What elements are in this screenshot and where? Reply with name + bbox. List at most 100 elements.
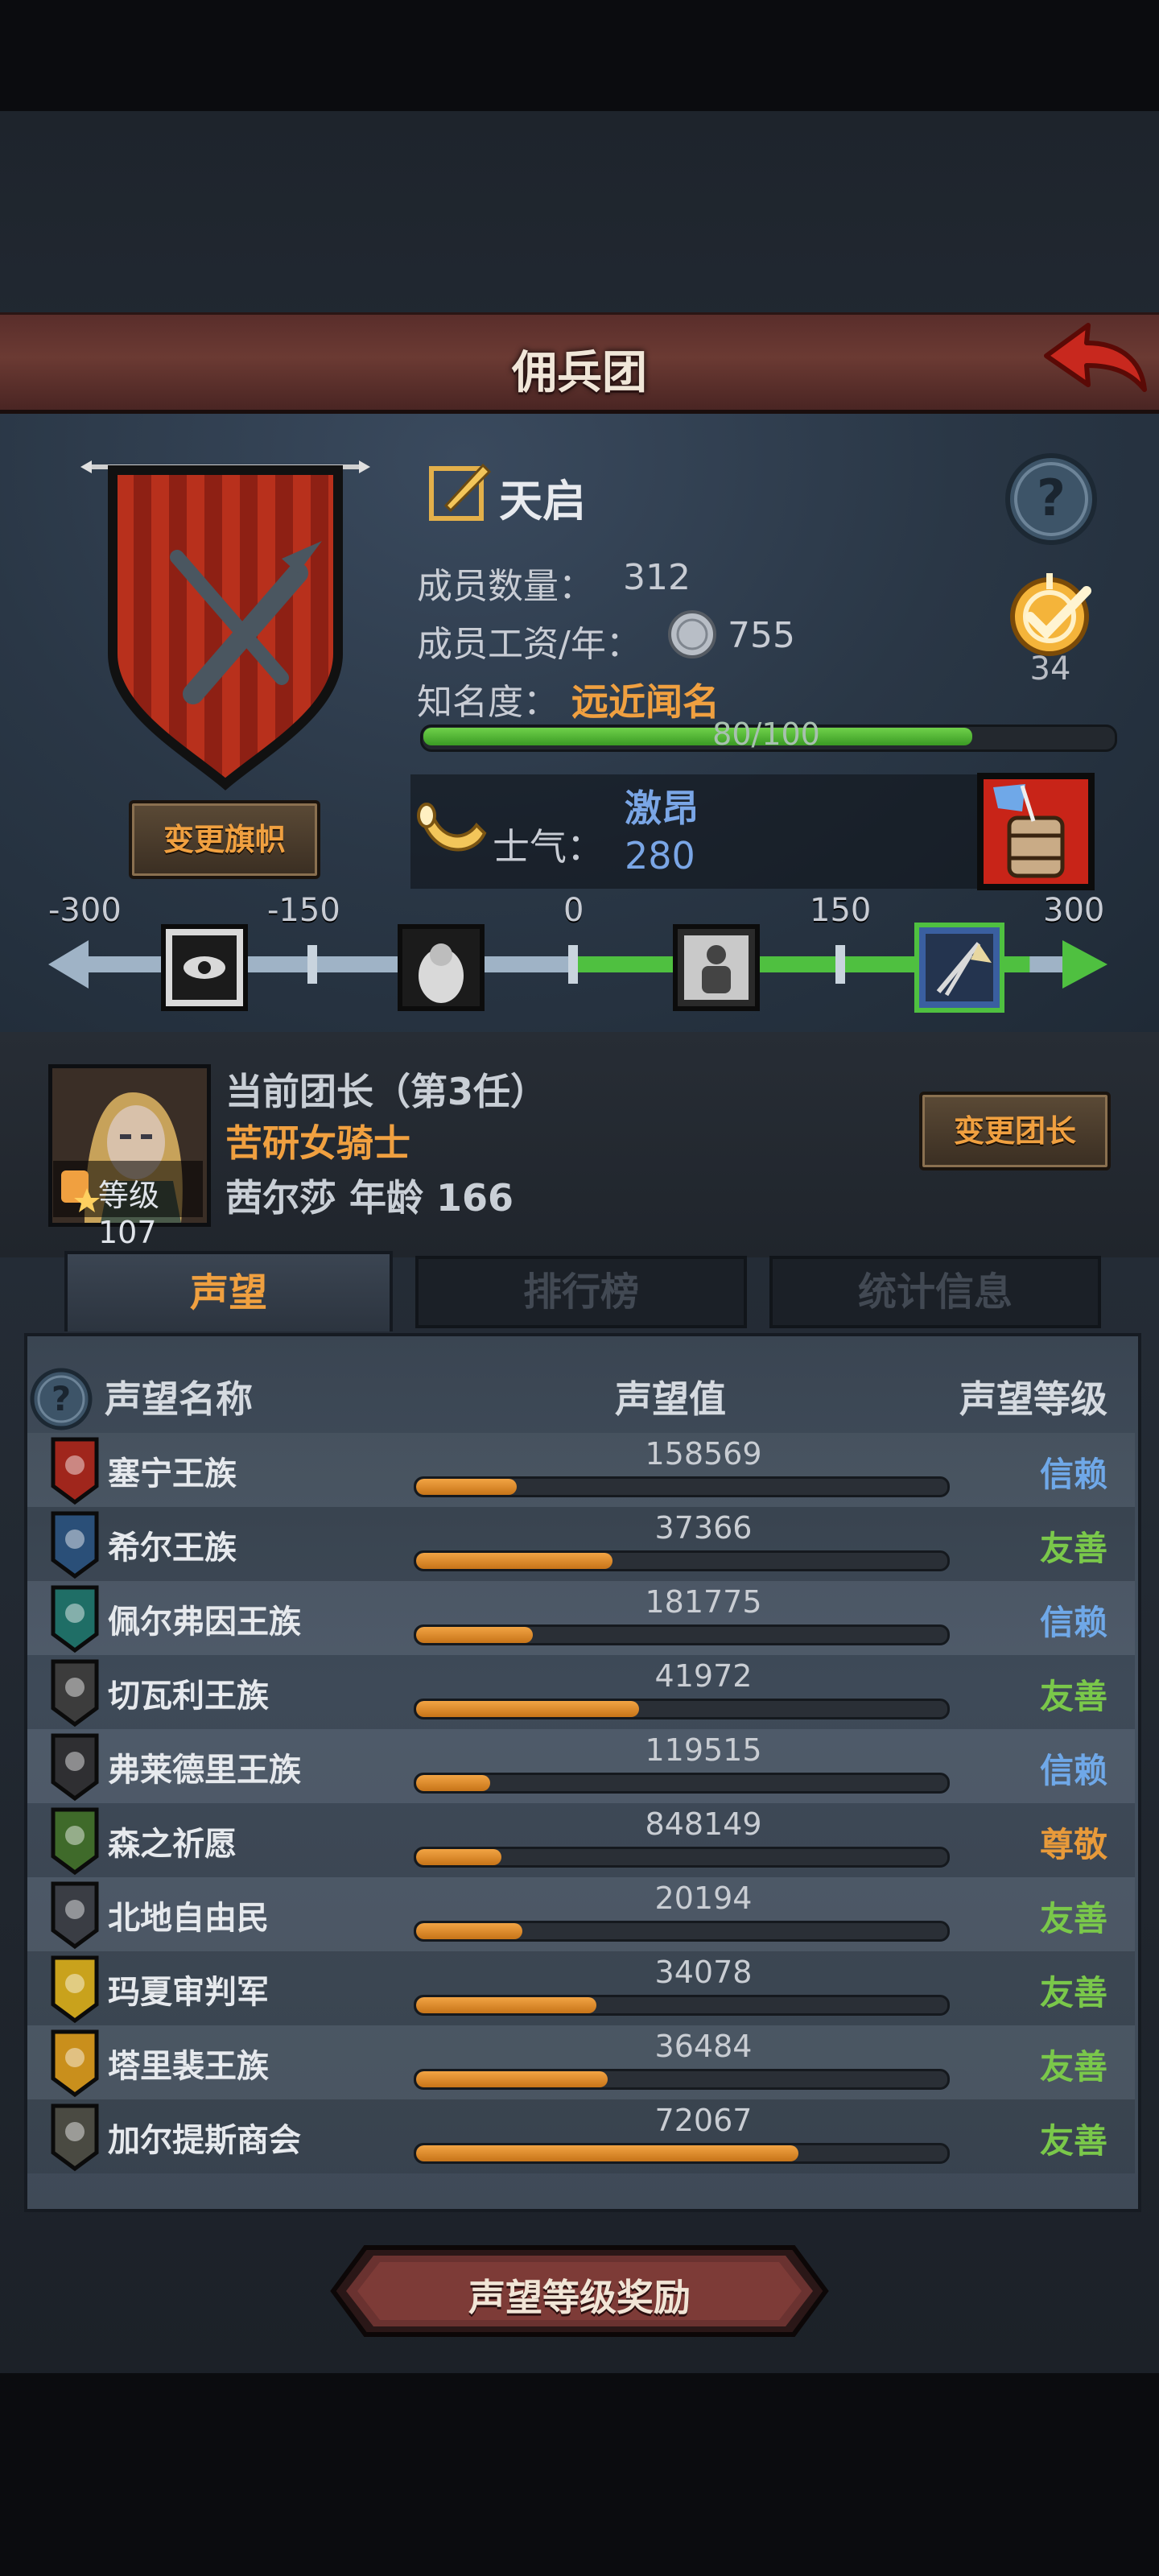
reputation-bar — [414, 2069, 950, 2090]
reputation-value: 181775 — [645, 1584, 762, 1620]
reputation-level: 信赖 — [1039, 1751, 1107, 1790]
fame-progress-text: 80/100 — [712, 716, 820, 752]
table-row[interactable]: 希尔王族 37366 友善 — [27, 1507, 1135, 1581]
reputation-bar-fill — [416, 1479, 518, 1495]
svg-text:?: ? — [52, 1379, 71, 1418]
reputation-level: 尊敬 — [1039, 1825, 1107, 1864]
reputation-level: 友善 — [1039, 1677, 1107, 1716]
table-row[interactable]: 弗莱德里王族 119515 信赖 — [27, 1729, 1135, 1803]
help-icon[interactable]: ? — [1003, 451, 1099, 547]
morale-despair-icon[interactable] — [161, 924, 248, 1011]
morale-calm-icon[interactable] — [673, 924, 760, 1011]
faction-crest-icon — [51, 1437, 99, 1505]
reputation-value: 36484 — [654, 2029, 753, 2064]
leader-name-age: 茜尔莎 年龄 166 — [225, 1176, 514, 1220]
faction-name: 塔里裴王族 — [108, 2048, 269, 2085]
change-leader-button[interactable]: 变更团长 — [919, 1092, 1111, 1170]
faction-crest-icon — [51, 1955, 99, 2024]
morale-event-icon[interactable] — [977, 773, 1095, 890]
faction-crest-icon — [51, 1659, 99, 1728]
faction-name: 弗莱德里王族 — [108, 1752, 301, 1789]
reputation-bar — [414, 1773, 950, 1794]
reputation-bar — [414, 1847, 950, 1868]
morale-state: 激昂 — [625, 786, 699, 830]
reputation-level: 友善 — [1039, 1529, 1107, 1568]
reputation-bar — [414, 2143, 950, 2164]
reputation-bar — [414, 1476, 950, 1497]
faction-name: 加尔提斯商会 — [108, 2122, 301, 2159]
horn-icon — [417, 801, 489, 865]
faction-crest-icon — [51, 1585, 99, 1653]
reputation-value: 20194 — [654, 1880, 753, 1916]
reputation-bar-fill — [416, 1849, 501, 1865]
rank-number: 34 — [1029, 650, 1071, 687]
reputation-bar-fill — [416, 1701, 640, 1717]
level-star-icon — [61, 1170, 100, 1212]
members-value: 312 — [623, 557, 691, 598]
reputation-bar — [414, 1921, 950, 1942]
reputation-bar — [414, 1995, 950, 2016]
rename-quill-icon[interactable] — [427, 457, 494, 525]
morale-fear-icon[interactable] — [398, 924, 485, 1011]
reputation-bar — [414, 1550, 950, 1571]
leader-heading: 当前团长（第3任） — [225, 1070, 548, 1113]
morale-scale: -300 -150 0 150 300 — [48, 892, 1111, 1029]
reputation-value: 158569 — [645, 1436, 762, 1472]
reputation-bar-fill — [416, 1553, 613, 1569]
tab-bar: 声望 排行榜 统计信息 — [0, 1238, 1159, 1331]
morale-fervent-icon[interactable] — [914, 923, 1004, 1013]
faction-name: 北地自由民 — [108, 1900, 269, 1937]
help-icon[interactable]: ? — [27, 1365, 95, 1433]
reputation-value: 37366 — [654, 1510, 753, 1546]
leader-class: 苦研女骑士 — [225, 1121, 410, 1165]
faction-name: 希尔王族 — [108, 1530, 237, 1567]
table-row[interactable]: 佩尔弗因王族 181775 信赖 — [27, 1581, 1135, 1655]
table-row[interactable]: 塔里裴王族 36484 友善 — [27, 2025, 1135, 2099]
faction-crest-icon — [51, 1807, 99, 1876]
change-banner-button[interactable]: 变更旗帜 — [129, 800, 320, 879]
reputation-reward-label: 声望等级奖励 — [468, 2276, 691, 2319]
col-header-value: 声望值 — [615, 1377, 726, 1421]
reputation-level: 友善 — [1039, 1899, 1107, 1938]
reputation-level: 信赖 — [1039, 1455, 1107, 1494]
morale-value: 280 — [625, 834, 695, 877]
faction-crest-icon — [51, 1881, 99, 1950]
members-label: 成员数量： — [417, 566, 594, 607]
tab-leaderboard[interactable]: 排行榜 — [415, 1256, 747, 1328]
table-row[interactable]: 玛夏审判军 34078 友善 — [27, 1951, 1135, 2025]
faction-name: 塞宁王族 — [108, 1455, 237, 1492]
morale-label: 士气： — [493, 825, 604, 869]
table-row[interactable]: 森之祈愿 848149 尊敬 — [27, 1803, 1135, 1877]
guild-banner[interactable] — [80, 452, 370, 799]
faction-name: 玛夏审判军 — [108, 1974, 269, 2011]
tab-statistics[interactable]: 统计信息 — [769, 1256, 1101, 1328]
reputation-bar-fill — [416, 1775, 491, 1791]
faction-name: 佩尔弗因王族 — [108, 1604, 301, 1641]
reputation-bar-fill — [416, 1627, 534, 1643]
back-button[interactable] — [1038, 316, 1151, 404]
scale-tick: 0 — [563, 892, 584, 929]
reputation-value: 41972 — [654, 1658, 753, 1694]
reputation-bar-fill — [416, 1997, 597, 2013]
scale-tick: -300 — [48, 892, 122, 929]
silver-coin-icon — [666, 609, 718, 660]
table-row[interactable]: 北地自由民 20194 友善 — [27, 1877, 1135, 1951]
faction-crest-icon — [51, 2103, 99, 2172]
reputation-value: 119515 — [645, 1732, 762, 1768]
scale-tick: 300 — [1043, 892, 1105, 929]
scale-tick: 150 — [810, 892, 872, 929]
table-header: ? 声望名称 声望值 声望等级 — [27, 1360, 1135, 1433]
page-title: 佣兵团 — [512, 347, 647, 399]
scale-tick: -150 — [267, 892, 340, 929]
reputation-level: 信赖 — [1039, 1603, 1107, 1642]
guild-name: 天启 — [499, 476, 586, 526]
table-row[interactable]: 加尔提斯商会 72067 友善 — [27, 2099, 1135, 2174]
tab-reputation[interactable]: 声望 — [64, 1251, 393, 1331]
faction-crest-icon — [51, 2029, 99, 2098]
reputation-bar — [414, 1624, 950, 1645]
table-row[interactable]: 切瓦利王族 41972 友善 — [27, 1655, 1135, 1729]
wage-value: 755 — [728, 615, 795, 656]
table-row[interactable]: 塞宁王族 158569 信赖 — [27, 1433, 1135, 1507]
faction-name: 森之祈愿 — [108, 1826, 237, 1863]
reputation-bar-fill — [416, 1923, 522, 1939]
